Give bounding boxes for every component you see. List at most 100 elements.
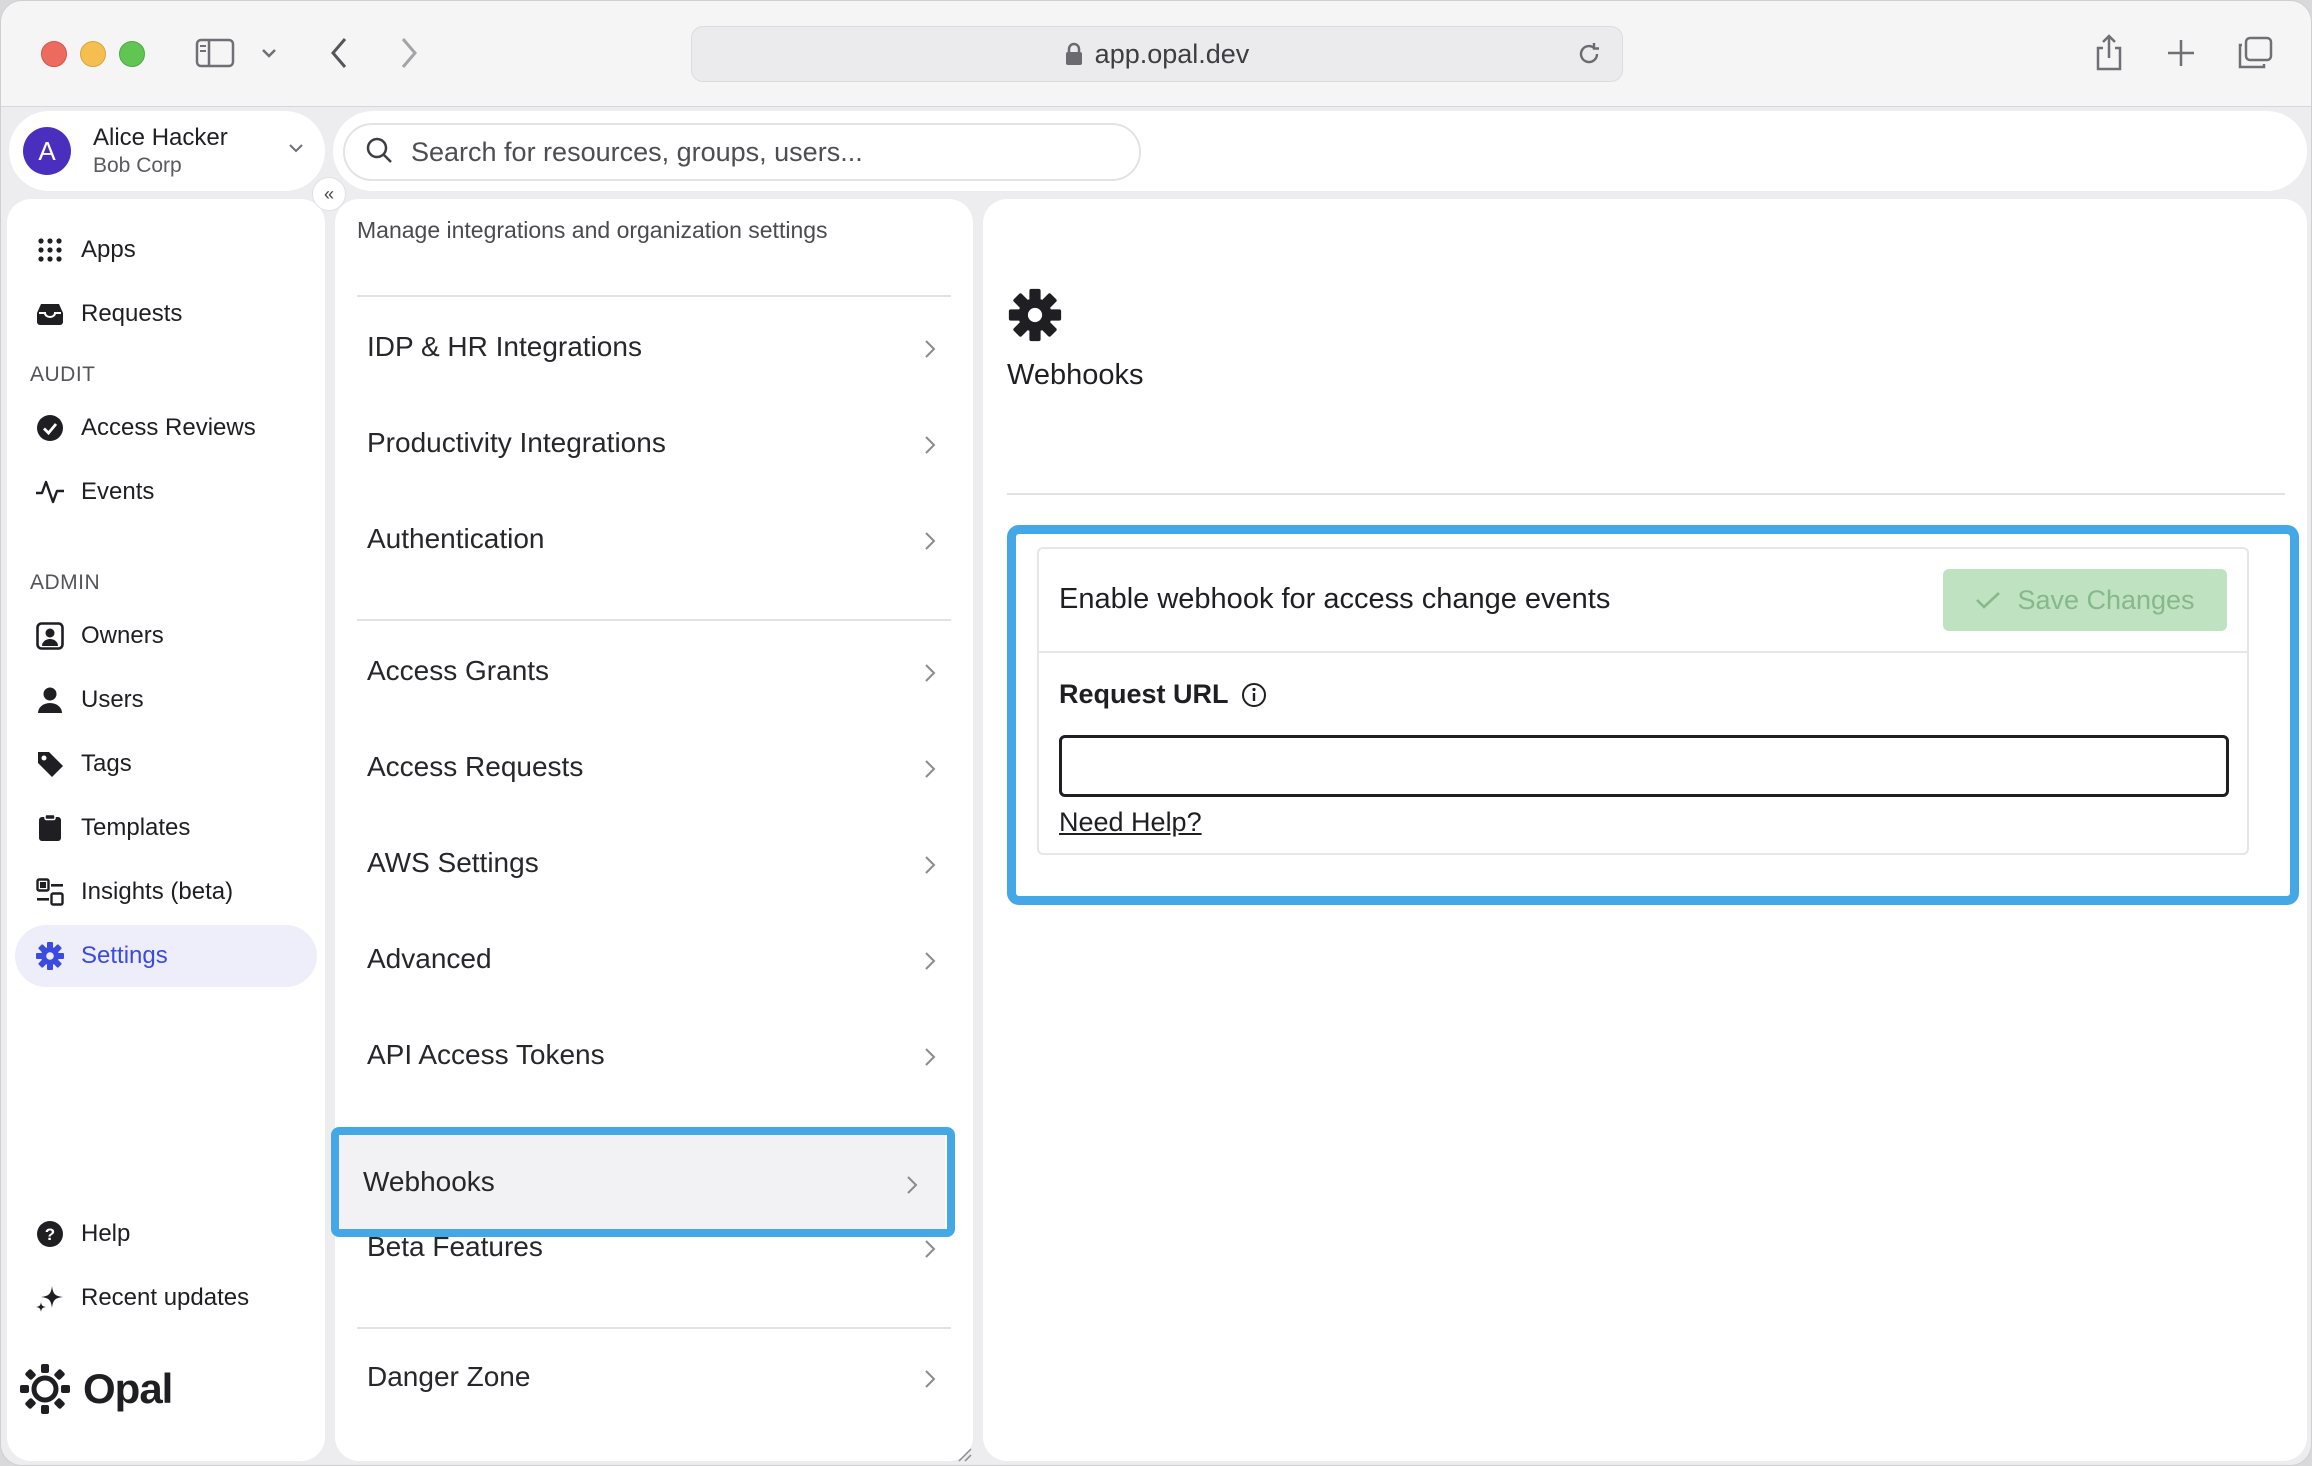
chevron-right-icon xyxy=(923,755,937,787)
settings-item-danger-zone[interactable]: Danger Zone xyxy=(343,1329,969,1425)
save-changes-label: Save Changes xyxy=(2017,584,2195,615)
sidebar-item-label: Settings xyxy=(81,942,168,969)
sidebar-item-insights[interactable]: Insights (beta) xyxy=(15,861,317,923)
sidebar-item-events[interactable]: Events xyxy=(15,461,317,523)
webhook-settings-card: Enable webhook for access change events … xyxy=(1037,547,2249,855)
section-label-audit: AUDIT xyxy=(30,363,96,386)
settings-item-label: IDP & HR Integrations xyxy=(367,331,642,362)
sidebar: Apps Requests AUDIT Access Reviews Event… xyxy=(7,199,325,1461)
settings-item-access-requests[interactable]: Access Requests xyxy=(343,719,969,815)
settings-item-authentication[interactable]: Authentication xyxy=(343,491,969,587)
address-bar[interactable]: app.opal.dev xyxy=(691,26,1623,82)
tab-overview-icon[interactable] xyxy=(2235,29,2275,77)
sidebar-item-owners[interactable]: Owners xyxy=(15,605,317,667)
sidebar-item-label: Apps xyxy=(81,236,136,263)
insights-icon xyxy=(35,877,65,907)
webhooks-panel: Webhooks Enable webhook for access chang… xyxy=(983,199,2307,1461)
sidebar-item-help[interactable]: ? Help xyxy=(15,1203,317,1265)
divider xyxy=(357,619,951,621)
sidebar-item-label: Recent updates xyxy=(81,1284,250,1311)
reload-icon[interactable] xyxy=(1576,41,1602,74)
sidebar-toggle-icon[interactable] xyxy=(193,29,237,77)
sidebar-item-users[interactable]: Users xyxy=(15,669,317,731)
collapse-sidebar-button[interactable]: « xyxy=(312,177,346,211)
settings-item-advanced[interactable]: Advanced xyxy=(343,911,969,1007)
divider xyxy=(357,295,951,297)
opal-logo: Opal xyxy=(19,1363,173,1415)
need-help-link[interactable]: Need Help? xyxy=(1059,807,1202,838)
settings-item-label: Authentication xyxy=(367,523,545,554)
chevron-right-icon xyxy=(923,527,937,559)
sidebar-item-label: Tags xyxy=(81,750,132,777)
settings-item-productivity[interactable]: Productivity Integrations xyxy=(343,395,969,491)
settings-item-label: Webhooks xyxy=(363,1166,495,1197)
sidebar-item-label: Requests xyxy=(81,300,183,327)
chevron-right-icon xyxy=(923,1365,937,1397)
settings-item-label: Beta Features xyxy=(367,1231,543,1262)
sidebar-item-apps[interactable]: Apps xyxy=(15,219,317,281)
resize-handle-icon[interactable] xyxy=(957,1447,973,1465)
request-url-input[interactable] xyxy=(1059,735,2229,797)
sidebar-item-label: Owners xyxy=(81,622,164,649)
settings-item-label: Danger Zone xyxy=(367,1361,531,1392)
top-bar xyxy=(333,111,2307,191)
settings-item-label: API Access Tokens xyxy=(367,1039,605,1070)
user-switcher[interactable]: A Alice Hacker Bob Corp xyxy=(9,111,325,191)
chevron-right-icon xyxy=(923,947,937,979)
owner-badge-icon xyxy=(35,621,65,651)
settings-item-beta-features[interactable]: Beta Features xyxy=(343,1199,969,1295)
search-input[interactable] xyxy=(409,135,1089,169)
browser-toolbar: app.opal.dev xyxy=(1,1,2311,107)
sidebar-item-label: Help xyxy=(81,1220,131,1247)
sidebar-item-tags[interactable]: Tags xyxy=(15,733,317,795)
avatar: A xyxy=(23,127,71,175)
svg-text:?: ? xyxy=(45,1225,55,1244)
url-text: app.opal.dev xyxy=(1094,38,1250,69)
share-icon[interactable] xyxy=(2089,29,2129,77)
double-chevron-left-icon: « xyxy=(323,183,334,204)
settings-item-label: Advanced xyxy=(367,943,492,974)
new-tab-icon[interactable] xyxy=(2161,29,2201,77)
page-title: Webhooks xyxy=(1007,359,1144,391)
user-org: Bob Corp xyxy=(93,153,182,177)
chevron-down-icon[interactable] xyxy=(257,29,281,77)
search-field[interactable] xyxy=(343,123,1141,181)
sidebar-item-settings[interactable]: Settings xyxy=(15,925,317,987)
sidebar-item-label: Access Reviews xyxy=(81,414,256,441)
sparkle-icon xyxy=(35,1283,65,1313)
settings-item-label: Access Grants xyxy=(367,655,550,686)
sidebar-item-access-reviews[interactable]: Access Reviews xyxy=(15,397,317,459)
card-header: Enable webhook for access change events … xyxy=(1039,549,2247,653)
chevron-right-icon xyxy=(923,1043,937,1075)
settings-item-access-grants[interactable]: Access Grants xyxy=(343,623,969,719)
opal-logo-icon xyxy=(20,1364,70,1414)
settings-menu: Manage integrations and organization set… xyxy=(331,199,973,1461)
card-title: Enable webhook for access change events xyxy=(1059,583,1611,615)
settings-item-idp-hr[interactable]: IDP & HR Integrations xyxy=(343,299,969,395)
check-circle-icon xyxy=(35,413,65,443)
clipboard-icon xyxy=(35,813,65,843)
settings-item-api-tokens[interactable]: API Access Tokens xyxy=(343,1007,969,1103)
settings-item-label: AWS Settings xyxy=(367,847,539,878)
chevron-right-icon xyxy=(923,851,937,883)
zoom-window-button[interactable] xyxy=(119,41,145,67)
sidebar-item-recent-updates[interactable]: Recent updates xyxy=(15,1267,317,1329)
section-label-admin: ADMIN xyxy=(30,571,101,594)
back-icon[interactable] xyxy=(321,29,357,77)
settings-item-aws[interactable]: AWS Settings xyxy=(343,815,969,911)
info-icon[interactable] xyxy=(1241,682,1267,708)
save-changes-button[interactable]: Save Changes xyxy=(1943,569,2227,631)
sidebar-item-requests[interactable]: Requests xyxy=(15,283,317,345)
inbox-icon xyxy=(35,299,65,329)
minimize-window-button[interactable] xyxy=(80,41,106,67)
chevron-right-icon xyxy=(923,431,937,463)
lock-icon xyxy=(1065,42,1083,66)
forward-icon[interactable] xyxy=(391,29,427,77)
tag-icon xyxy=(35,749,65,779)
sidebar-item-templates[interactable]: Templates xyxy=(15,797,317,859)
chevron-down-icon xyxy=(287,141,305,159)
pulse-icon xyxy=(35,477,65,507)
sidebar-item-label: Templates xyxy=(81,814,191,841)
sidebar-item-label: Events xyxy=(81,478,155,505)
close-window-button[interactable] xyxy=(41,41,67,67)
